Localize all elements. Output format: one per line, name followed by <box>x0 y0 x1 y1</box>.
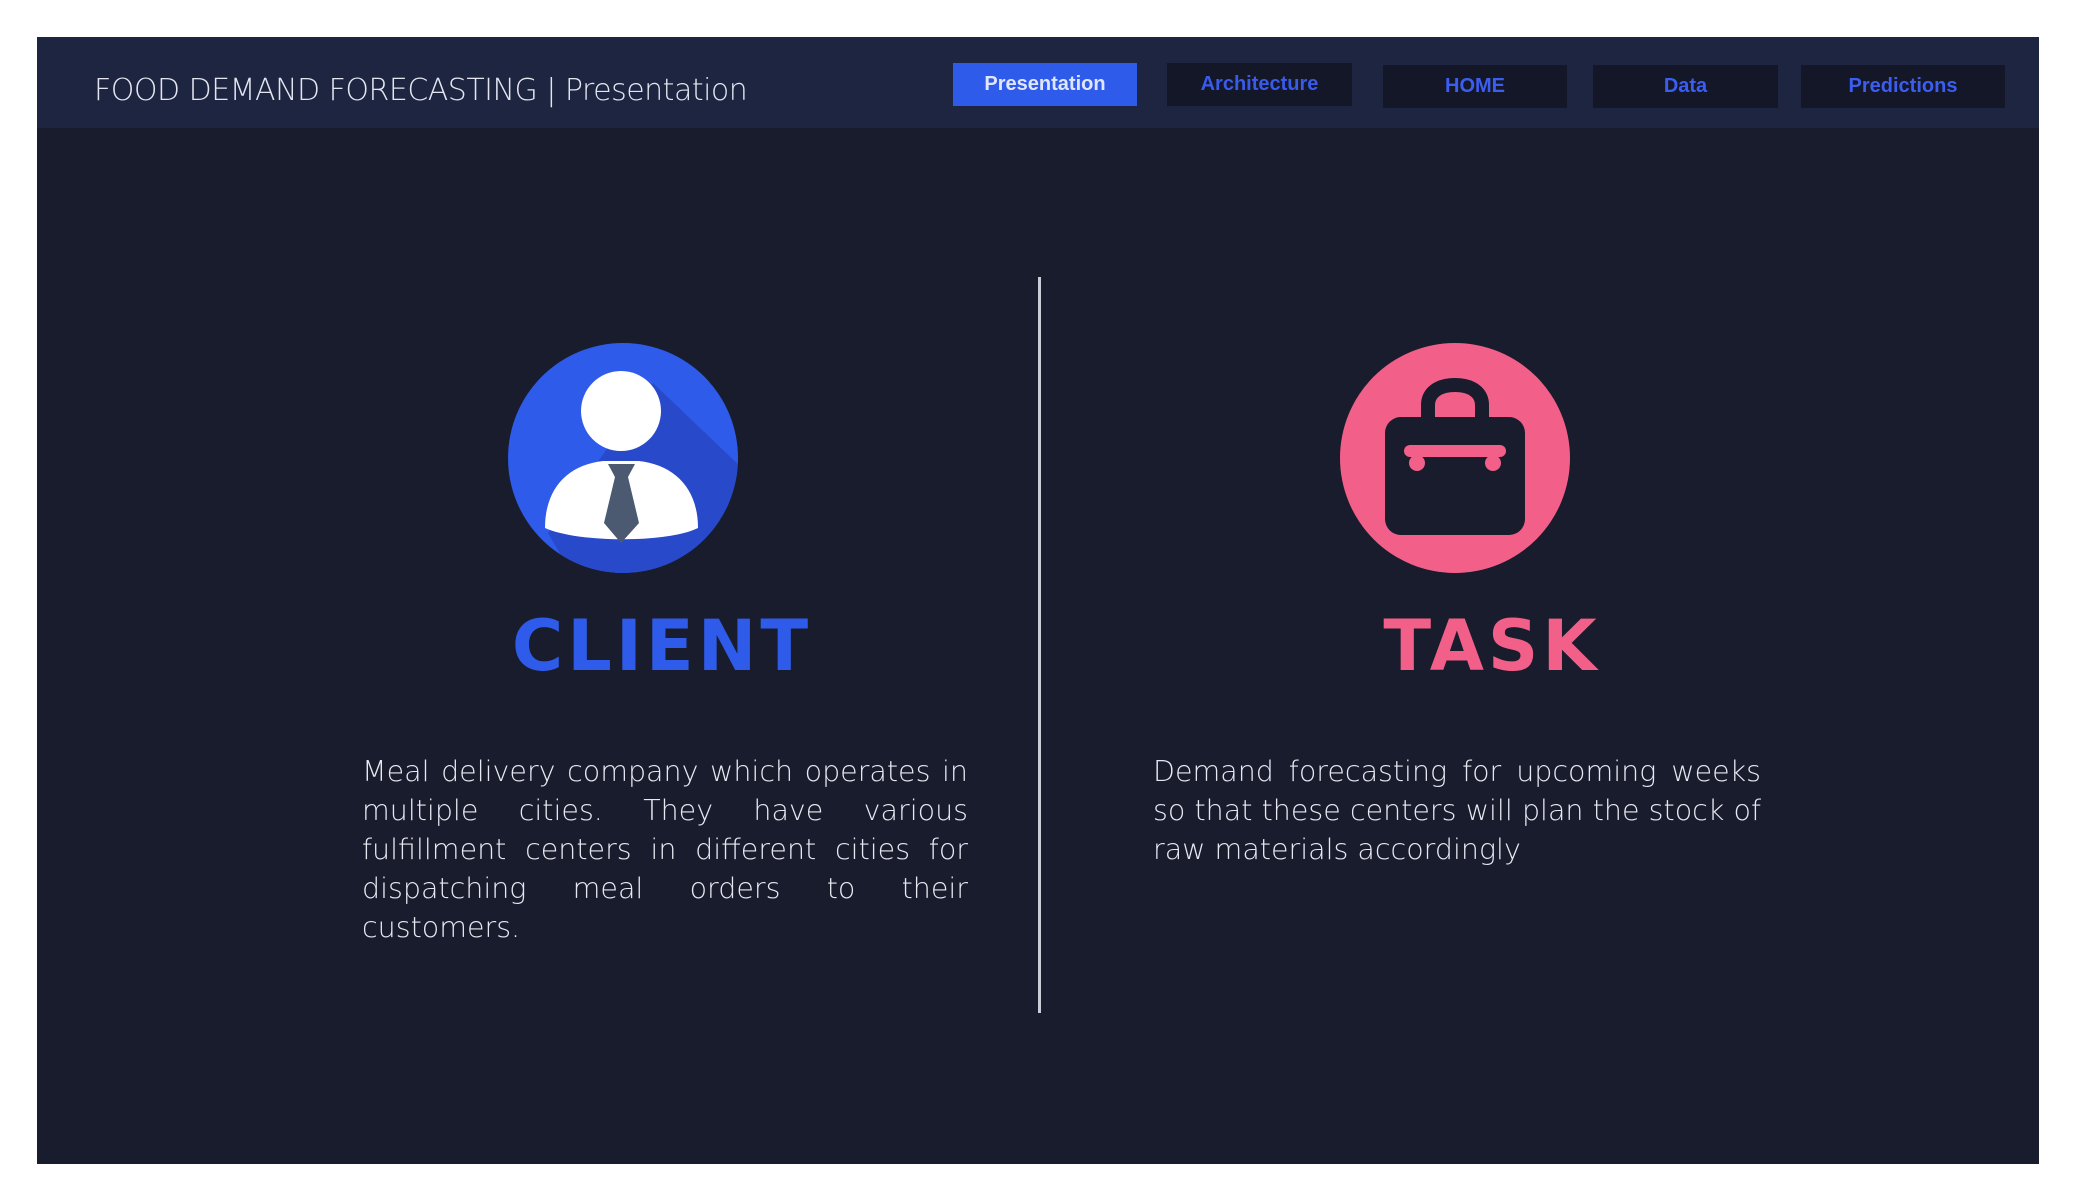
top-bar: FOOD DEMAND FORECASTING | Presentation P… <box>37 37 2039 128</box>
app-title: FOOD DEMAND FORECASTING | Presentation <box>94 73 748 108</box>
nav-data-button[interactable]: Data <box>1593 65 1778 108</box>
task-description: Demand forecasting for upcoming weeks so… <box>1153 755 1761 866</box>
nav-home-button[interactable]: HOME <box>1383 65 1567 108</box>
nav-architecture-button[interactable]: Architecture <box>1167 63 1352 106</box>
briefcase-icon <box>1340 343 1570 573</box>
client-heading: CLIENT <box>511 605 813 687</box>
section-divider <box>1038 277 1041 1013</box>
task-heading: TASK <box>1383 605 1601 687</box>
businessman-icon <box>508 343 738 573</box>
slide-canvas: FOOD DEMAND FORECASTING | Presentation P… <box>37 37 2039 1164</box>
nav-predictions-button[interactable]: Predictions <box>1801 65 2005 108</box>
nav-presentation-button[interactable]: Presentation <box>953 63 1137 106</box>
client-description: Meal delivery company which operates in … <box>362 755 968 944</box>
